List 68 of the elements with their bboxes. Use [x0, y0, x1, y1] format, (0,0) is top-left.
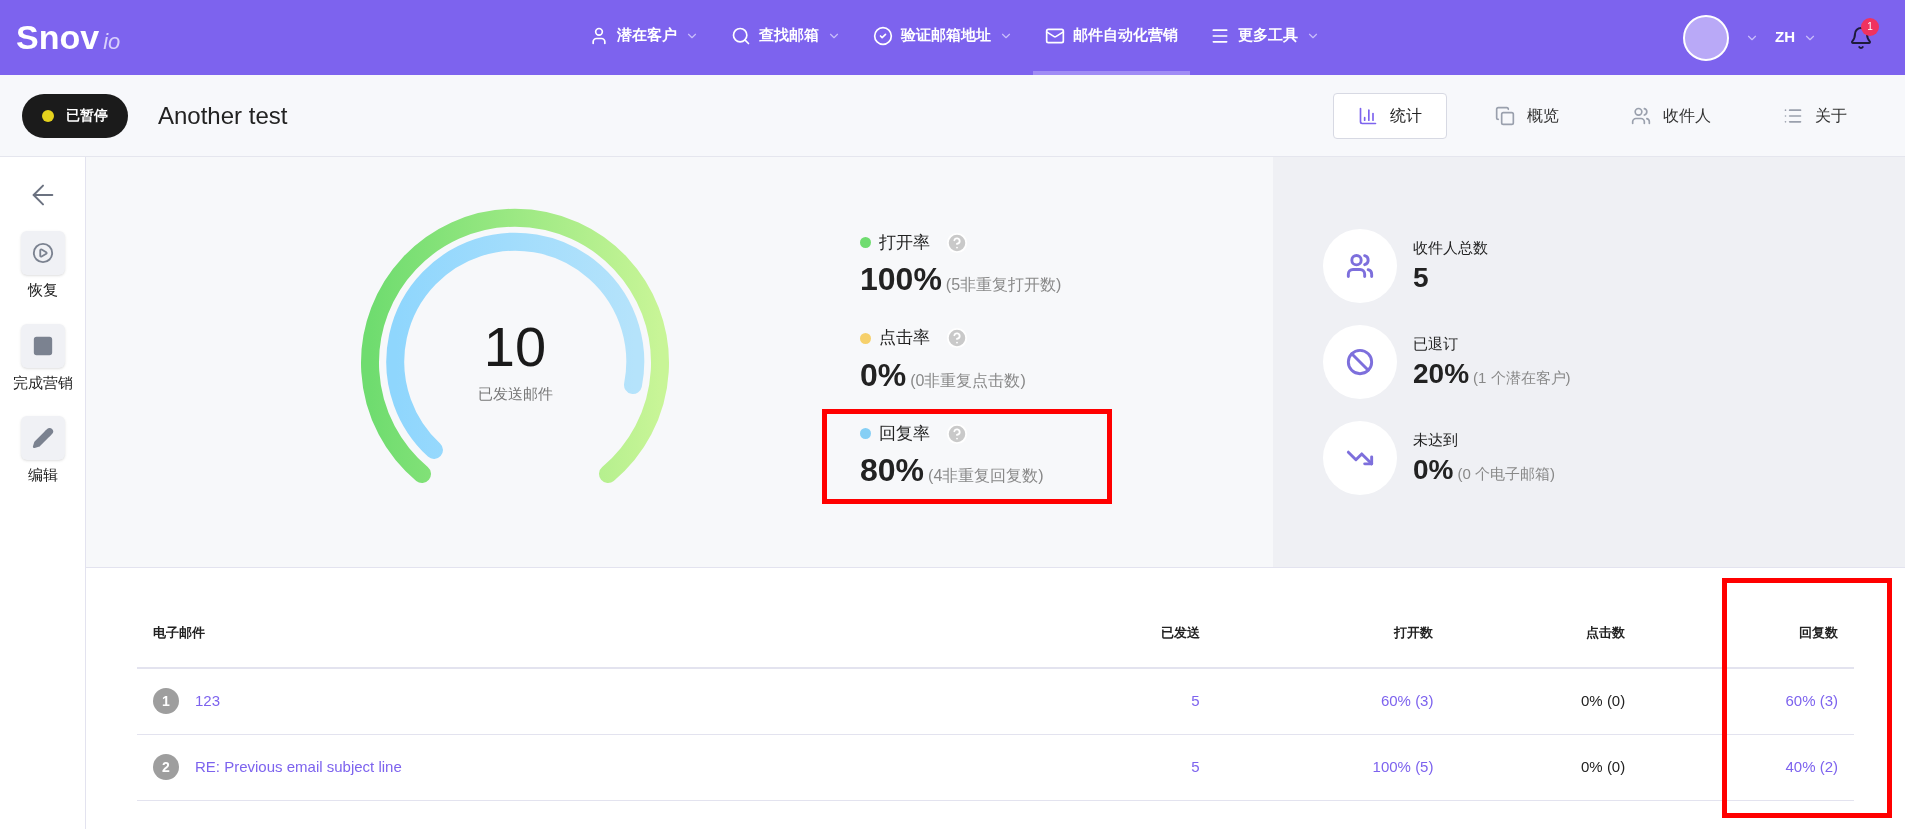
sent-label: 已发送邮件: [477, 383, 553, 404]
ban-icon: [1346, 348, 1374, 376]
nav-item[interactable]: 潜在客户: [577, 0, 711, 75]
metric-detail: (0非重复点击数): [910, 370, 1026, 391]
pencil-icon: [31, 427, 54, 449]
summary-value: 20%: [1413, 356, 1470, 391]
summary-label: 未达到: [1413, 430, 1459, 451]
stop-icon: [31, 334, 54, 357]
email-link[interactable]: RE: Previous email subject line: [195, 755, 402, 779]
column-header: 打开数: [1215, 598, 1450, 668]
column-header: 回复数: [1641, 598, 1854, 668]
column-header: 已发送: [1037, 598, 1216, 668]
summary-detail: (0 个电子邮箱): [1457, 463, 1555, 484]
action-label: 完成营销: [12, 372, 73, 393]
tab[interactable]: 统计: [1333, 92, 1447, 139]
bar-chart-icon: [1358, 105, 1378, 126]
summary-detail: (1 个潜在客户): [1473, 367, 1571, 388]
step-number: 2: [153, 754, 179, 780]
column-header: 点击数: [1449, 598, 1642, 668]
people-icon: [1346, 252, 1374, 280]
summary-label: 收件人总数: [1413, 238, 1488, 259]
table-cell: 100% (5): [1215, 734, 1450, 800]
metric-label: 点击率: [879, 327, 930, 350]
language-selector[interactable]: ZH: [1775, 26, 1817, 49]
metric-value: 80%: [860, 451, 925, 491]
tab[interactable]: 关于: [1759, 92, 1871, 139]
check-circle-icon: [873, 25, 893, 46]
avatar[interactable]: [1683, 14, 1729, 61]
table-cell: 5: [1037, 668, 1216, 734]
table-cell: 40% (2): [1641, 734, 1854, 800]
email-link[interactable]: 123: [195, 690, 221, 713]
table-cell: 5: [1037, 734, 1216, 800]
logo[interactable]: Snovio: [16, 12, 416, 63]
squares-icon: [1495, 105, 1515, 126]
status-pill[interactable]: 已暂停: [22, 93, 128, 138]
user-icon: [589, 25, 609, 46]
play-icon: [31, 242, 54, 264]
metric-detail: (4非重复回复数): [928, 466, 1044, 487]
action-label: 恢复: [27, 280, 58, 300]
people-icon: [1631, 105, 1651, 126]
nav-item[interactable]: 更多工具: [1198, 0, 1332, 75]
action-button[interactable]: [20, 416, 65, 460]
sent-count: 10: [483, 318, 547, 375]
summary-value: 5: [1413, 260, 1429, 295]
notification-badge: 1: [1861, 17, 1879, 36]
summary-label: 已退订: [1413, 334, 1459, 355]
table-cell: 60% (3): [1641, 668, 1854, 734]
metric-value: 100%: [860, 260, 942, 300]
action-label: 编辑: [27, 465, 58, 485]
metric-value: 0%: [860, 355, 907, 395]
action-button[interactable]: [20, 323, 65, 368]
column-header: 电子邮件: [137, 598, 1037, 668]
table-cell: 0% (0): [1449, 668, 1642, 734]
nav-item[interactable]: 查找邮箱: [719, 0, 853, 75]
metric-label: 打开率: [879, 231, 930, 254]
tab[interactable]: 收件人: [1607, 92, 1735, 139]
step-number: 1: [153, 688, 179, 715]
summary-value: 0%: [1413, 452, 1454, 487]
campaign-title: Another test: [158, 100, 288, 131]
metric-label: 回复率: [879, 422, 930, 445]
action-button[interactable]: [20, 231, 65, 275]
tab[interactable]: 概览: [1471, 92, 1583, 139]
status-label: 已暂停: [66, 106, 108, 125]
metric-detail: (5非重复打开数): [945, 275, 1062, 296]
nav-item[interactable]: 验证邮箱地址: [861, 0, 1025, 75]
table-cell: 0% (0): [1449, 734, 1642, 800]
table-cell: 60% (3): [1215, 668, 1450, 734]
search-icon: [731, 25, 751, 46]
